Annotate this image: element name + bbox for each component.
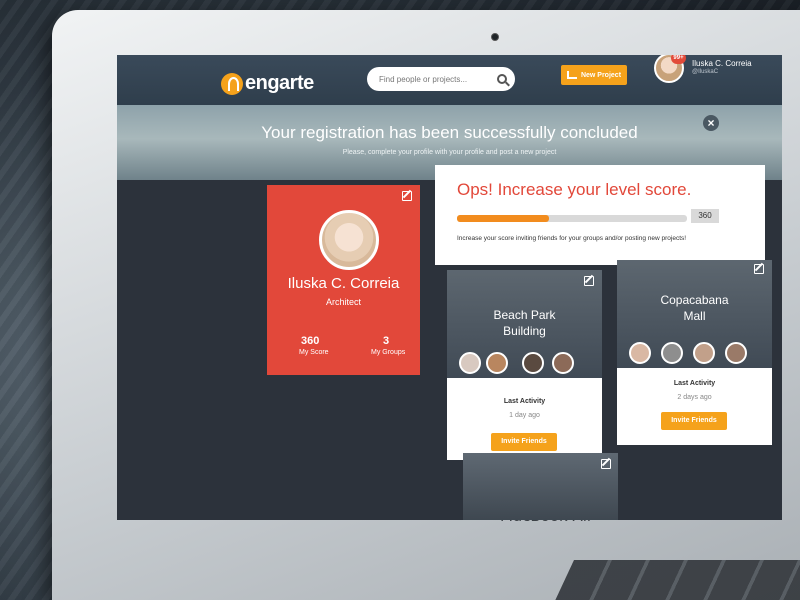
profile-role: Architect — [325, 297, 361, 307]
last-activity-time: 1 day ago — [509, 412, 540, 419]
score-card: Ops! Increase your level score. 360 Incr… — [435, 165, 765, 265]
user-handle: @IluskaC — [692, 69, 719, 75]
banner-title: Your registration has been successfully … — [261, 123, 638, 142]
edit-icon[interactable] — [601, 459, 611, 469]
score-title: Ops! Increase your level score. — [457, 180, 692, 199]
project-name-line2: Mall — [683, 309, 706, 323]
member-avatar[interactable] — [522, 352, 544, 374]
close-icon: × — [707, 116, 715, 130]
edit-icon[interactable] — [402, 191, 412, 201]
last-activity-label: Last Activity — [673, 380, 716, 387]
invite-friends-button[interactable]: Invite Friends — [661, 412, 727, 430]
camera-icon — [491, 33, 499, 41]
last-activity-time: 2 days ago — [677, 394, 712, 401]
project-name: Copacabana — [660, 293, 729, 307]
notification-badge[interactable]: 99+ — [671, 55, 686, 64]
project-card-beach-park[interactable]: Beach Park Building Last Activity 1 day … — [447, 270, 602, 460]
member-avatar[interactable] — [725, 342, 747, 364]
search-placeholder: Find people or projects... — [379, 74, 468, 84]
search-icon[interactable] — [497, 74, 507, 84]
app-logo[interactable]: engarte — [221, 72, 314, 95]
banner-subtitle: Please, complete your profile with your … — [342, 149, 557, 156]
score-progress-fill — [457, 215, 549, 222]
my-groups-value: 3 — [383, 335, 390, 347]
top-navigation-bar: engarte Find people or projects... New P… — [117, 55, 782, 105]
my-score-label: My Score — [299, 349, 329, 356]
score-progress-bar — [457, 215, 687, 222]
profile-card: Iluska C. Correia Architect 360 My Score… — [267, 185, 420, 375]
user-name[interactable]: Iluska C. Correia — [692, 59, 752, 68]
my-groups-label: My Groups — [371, 349, 406, 356]
member-avatar[interactable] — [693, 342, 715, 364]
score-hint: Increase your score inviting friends for… — [457, 235, 687, 242]
invite-friends-button[interactable]: Invite Friends — [491, 433, 557, 451]
my-score-value: 360 — [301, 335, 320, 347]
project-name: Beach Park — [493, 308, 556, 322]
project-card-partial[interactable] — [463, 453, 618, 520]
profile-name: Iluska C. Correia — [287, 275, 400, 292]
member-avatar[interactable] — [459, 352, 481, 374]
profile-photo — [319, 210, 379, 270]
close-banner-button[interactable]: × — [703, 115, 719, 131]
member-avatar[interactable] — [552, 352, 574, 374]
last-activity-label: Last Activity — [503, 398, 546, 405]
keyboard — [546, 560, 800, 600]
member-avatar[interactable] — [629, 342, 651, 364]
logo-text: engarte — [245, 72, 314, 94]
new-project-button[interactable]: New Project — [561, 65, 627, 85]
member-avatar[interactable] — [486, 352, 508, 374]
member-avatar[interactable] — [661, 342, 683, 364]
edit-icon[interactable] — [584, 276, 594, 286]
project-card-copacabana[interactable]: Copacabana Mall Last Activity 2 days ago… — [617, 260, 772, 445]
chart-up-icon — [566, 71, 577, 79]
edit-icon[interactable] — [754, 264, 764, 274]
new-project-label: New Project — [580, 71, 622, 79]
score-value-badge: 360 — [691, 209, 719, 223]
logo-icon — [221, 72, 243, 95]
search-input[interactable]: Find people or projects... — [367, 67, 515, 91]
project-name-line2: Building — [503, 324, 546, 338]
app-screen: engarte Find people or projects... New P… — [117, 55, 782, 520]
